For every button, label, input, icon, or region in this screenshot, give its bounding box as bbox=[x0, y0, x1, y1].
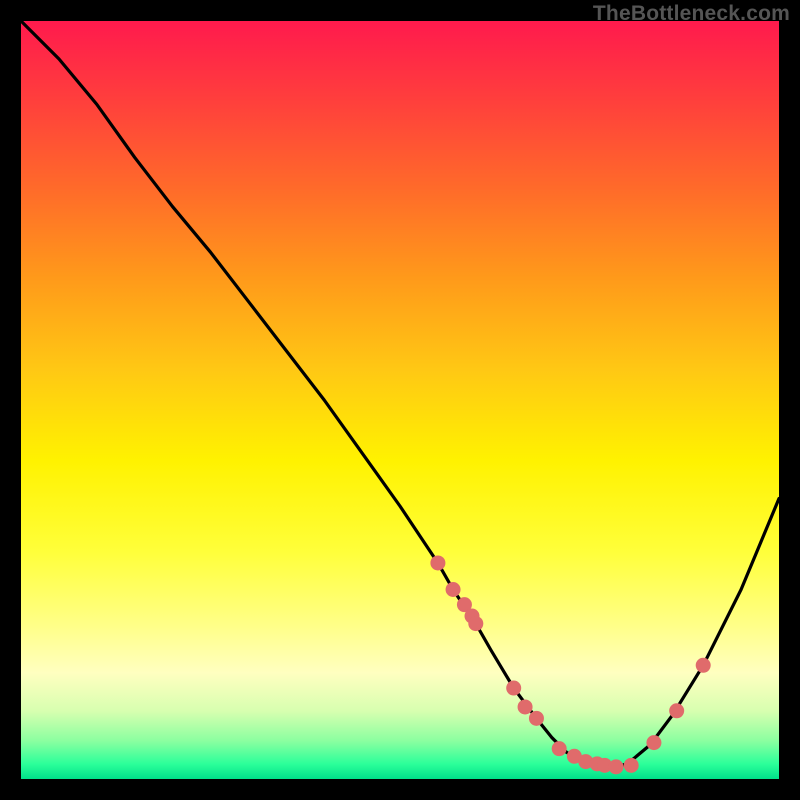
chart-svg bbox=[21, 21, 779, 779]
data-dot bbox=[609, 759, 624, 774]
chart-container: TheBottleneck.com bbox=[0, 0, 800, 800]
data-dot bbox=[646, 735, 661, 750]
plot-area bbox=[21, 21, 779, 779]
data-dot bbox=[518, 699, 533, 714]
data-dot bbox=[624, 758, 639, 773]
data-dots bbox=[430, 555, 710, 774]
data-dot bbox=[468, 616, 483, 631]
data-dot bbox=[506, 681, 521, 696]
data-dot bbox=[446, 582, 461, 597]
data-dot bbox=[430, 555, 445, 570]
data-dot bbox=[552, 741, 567, 756]
data-dot bbox=[529, 711, 544, 726]
data-dot bbox=[696, 658, 711, 673]
data-dot bbox=[669, 703, 684, 718]
curve-line bbox=[21, 21, 779, 768]
